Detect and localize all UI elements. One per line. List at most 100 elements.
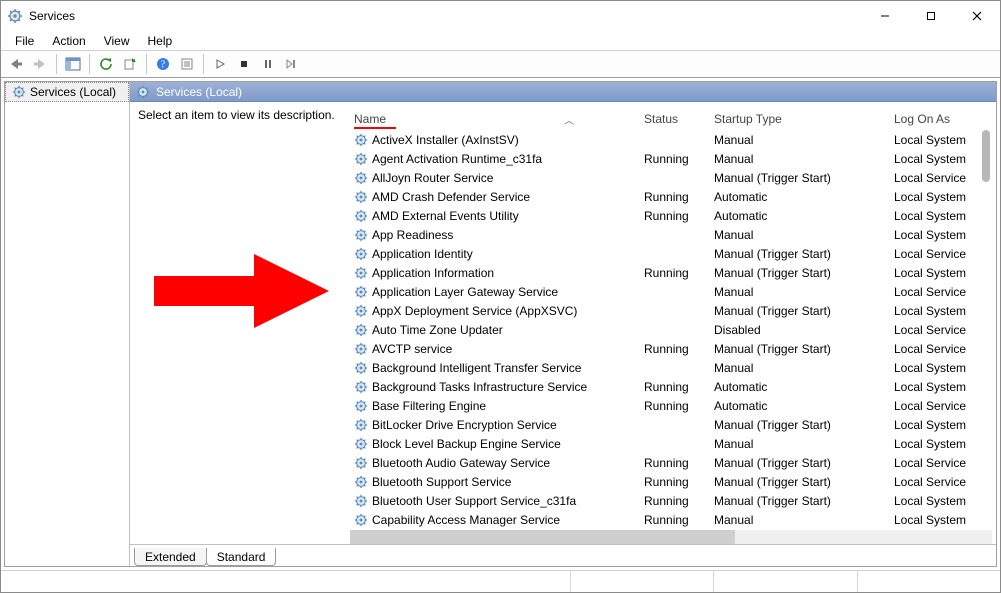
refresh-button[interactable] — [95, 53, 117, 75]
cell-name-label: Capability Access Manager Service — [372, 513, 560, 527]
service-row[interactable]: Auto Time Zone UpdaterDisabledLocal Serv… — [350, 320, 992, 339]
cell-startup: Manual (Trigger Start) — [710, 342, 890, 356]
service-gear-icon — [354, 304, 368, 318]
cell-status: Running — [640, 513, 710, 527]
cell-startup: Automatic — [710, 399, 890, 413]
service-row[interactable]: AppX Deployment Service (AppXSVC)Manual … — [350, 301, 992, 320]
restart-icon — [285, 58, 299, 70]
cell-name-label: BitLocker Drive Encryption Service — [372, 418, 557, 432]
cell-name-label: Base Filtering Engine — [372, 399, 486, 413]
service-row[interactable]: AllJoyn Router ServiceManual (Trigger St… — [350, 168, 992, 187]
service-row[interactable]: App ReadinessManualLocal System — [350, 225, 992, 244]
show-hide-tree-button[interactable] — [62, 53, 84, 75]
minimize-button[interactable] — [862, 1, 908, 31]
maximize-icon — [926, 11, 936, 21]
cell-name: Bluetooth Support Service — [350, 475, 640, 489]
services-list: Name ︿ Status Startup Type Log On As — [350, 108, 992, 544]
nav-back-button[interactable] — [5, 53, 27, 75]
cell-name-label: Bluetooth User Support Service_c31fa — [372, 494, 576, 508]
pane-header: Services (Local) — [130, 82, 996, 102]
menu-view[interactable]: View — [96, 32, 138, 50]
close-button[interactable] — [954, 1, 1000, 31]
export-list-button[interactable] — [119, 53, 141, 75]
cell-status: Running — [640, 456, 710, 470]
cell-name-label: ActiveX Installer (AxInstSV) — [372, 133, 519, 147]
stop-service-button[interactable] — [233, 53, 255, 75]
maximize-button[interactable] — [908, 1, 954, 31]
window: Services File Action View Help — [0, 0, 1001, 593]
tab-extended[interactable]: Extended — [134, 548, 207, 566]
close-icon — [972, 11, 982, 21]
nav-forward-button[interactable] — [29, 53, 51, 75]
menu-file[interactable]: File — [7, 32, 42, 50]
service-row[interactable]: Block Level Backup Engine ServiceManualL… — [350, 434, 992, 453]
service-gear-icon — [354, 190, 368, 204]
cell-logon: Local System — [890, 190, 980, 204]
cell-status: Running — [640, 380, 710, 394]
service-row[interactable]: AMD External Events UtilityRunningAutoma… — [350, 206, 992, 225]
vscroll-thumb[interactable] — [982, 130, 990, 182]
start-service-button[interactable] — [209, 53, 231, 75]
cell-name-label: Block Level Backup Engine Service — [372, 437, 561, 451]
cell-startup: Automatic — [710, 190, 890, 204]
tree-root-item[interactable]: Services (Local) — [5, 82, 129, 102]
cell-status: Running — [640, 209, 710, 223]
hscroll-track[interactable] — [350, 530, 992, 544]
cell-logon: Local System — [890, 304, 980, 318]
pause-service-button[interactable] — [257, 53, 279, 75]
cell-name: Bluetooth User Support Service_c31fa — [350, 494, 640, 508]
tab-standard[interactable]: Standard — [206, 548, 277, 566]
cell-status: Running — [640, 190, 710, 204]
cell-logon: Local System — [890, 152, 980, 166]
cell-logon: Local System — [890, 133, 980, 147]
service-gear-icon — [354, 171, 368, 185]
stop-icon — [238, 58, 250, 70]
menu-action[interactable]: Action — [44, 32, 93, 50]
view-tabs: Extended Standard — [130, 544, 996, 566]
service-row[interactable]: Background Intelligent Transfer ServiceM… — [350, 358, 992, 377]
cell-startup: Manual — [710, 133, 890, 147]
service-row[interactable]: AVCTP serviceRunningManual (Trigger Star… — [350, 339, 992, 358]
list-body[interactable]: ActiveX Installer (AxInstSV)ManualLocal … — [350, 130, 992, 528]
service-gear-icon — [354, 209, 368, 223]
description-column: Select an item to view its description. — [138, 108, 350, 544]
service-row[interactable]: Bluetooth Support ServiceRunningManual (… — [350, 472, 992, 491]
col-header-status[interactable]: Status — [640, 108, 710, 130]
cell-logon: Local System — [890, 361, 980, 375]
menu-help[interactable]: Help — [140, 32, 181, 50]
service-gear-icon — [354, 133, 368, 147]
export-icon — [123, 57, 137, 71]
service-row[interactable]: ActiveX Installer (AxInstSV) ManualLocal … — [350, 130, 992, 149]
service-row[interactable]: Background Tasks Infrastructure ServiceR… — [350, 377, 992, 396]
col-header-name[interactable]: Name ︿ — [350, 108, 640, 130]
restart-service-button[interactable] — [281, 53, 303, 75]
properties-button[interactable] — [176, 53, 198, 75]
service-gear-icon — [354, 342, 368, 356]
service-gear-icon — [354, 456, 368, 470]
service-row[interactable]: Application IdentityManual (Trigger Star… — [350, 244, 992, 263]
help-icon: ? — [156, 57, 170, 71]
cell-name-label: AMD External Events Utility — [372, 209, 519, 223]
service-row[interactable]: Base Filtering EngineRunningAutomaticLoc… — [350, 396, 992, 415]
hscroll-thumb[interactable] — [350, 530, 735, 544]
service-row[interactable]: Capability Access Manager Service Running… — [350, 510, 992, 528]
service-row[interactable]: Agent Activation Runtime_c31faRunningMan… — [350, 149, 992, 168]
service-row[interactable]: Application Layer Gateway ServiceManualL… — [350, 282, 992, 301]
service-row[interactable]: Application InformationRunningManual (Tr… — [350, 263, 992, 282]
cell-name-label: AMD Crash Defender Service — [372, 190, 530, 204]
cell-startup: Automatic — [710, 380, 890, 394]
cell-name-label: Bluetooth Audio Gateway Service — [372, 456, 550, 470]
cell-logon: Local Service — [890, 456, 980, 470]
col-header-logon[interactable]: Log On As — [890, 108, 980, 130]
menu-bar: File Action View Help — [1, 31, 1000, 51]
service-row[interactable]: Bluetooth Audio Gateway ServiceRunningMa… — [350, 453, 992, 472]
service-row[interactable]: BitLocker Drive Encryption ServiceManual… — [350, 415, 992, 434]
cell-status: Running — [640, 152, 710, 166]
status-segment — [1, 571, 570, 592]
service-row[interactable]: AMD Crash Defender Service RunningAutomat… — [350, 187, 992, 206]
service-row[interactable]: Bluetooth User Support Service_c31faRunn… — [350, 491, 992, 510]
help-button[interactable]: ? — [152, 53, 174, 75]
status-bar — [1, 570, 1000, 592]
col-header-startup[interactable]: Startup Type — [710, 108, 890, 130]
cell-name: Application Layer Gateway Service — [350, 285, 640, 299]
